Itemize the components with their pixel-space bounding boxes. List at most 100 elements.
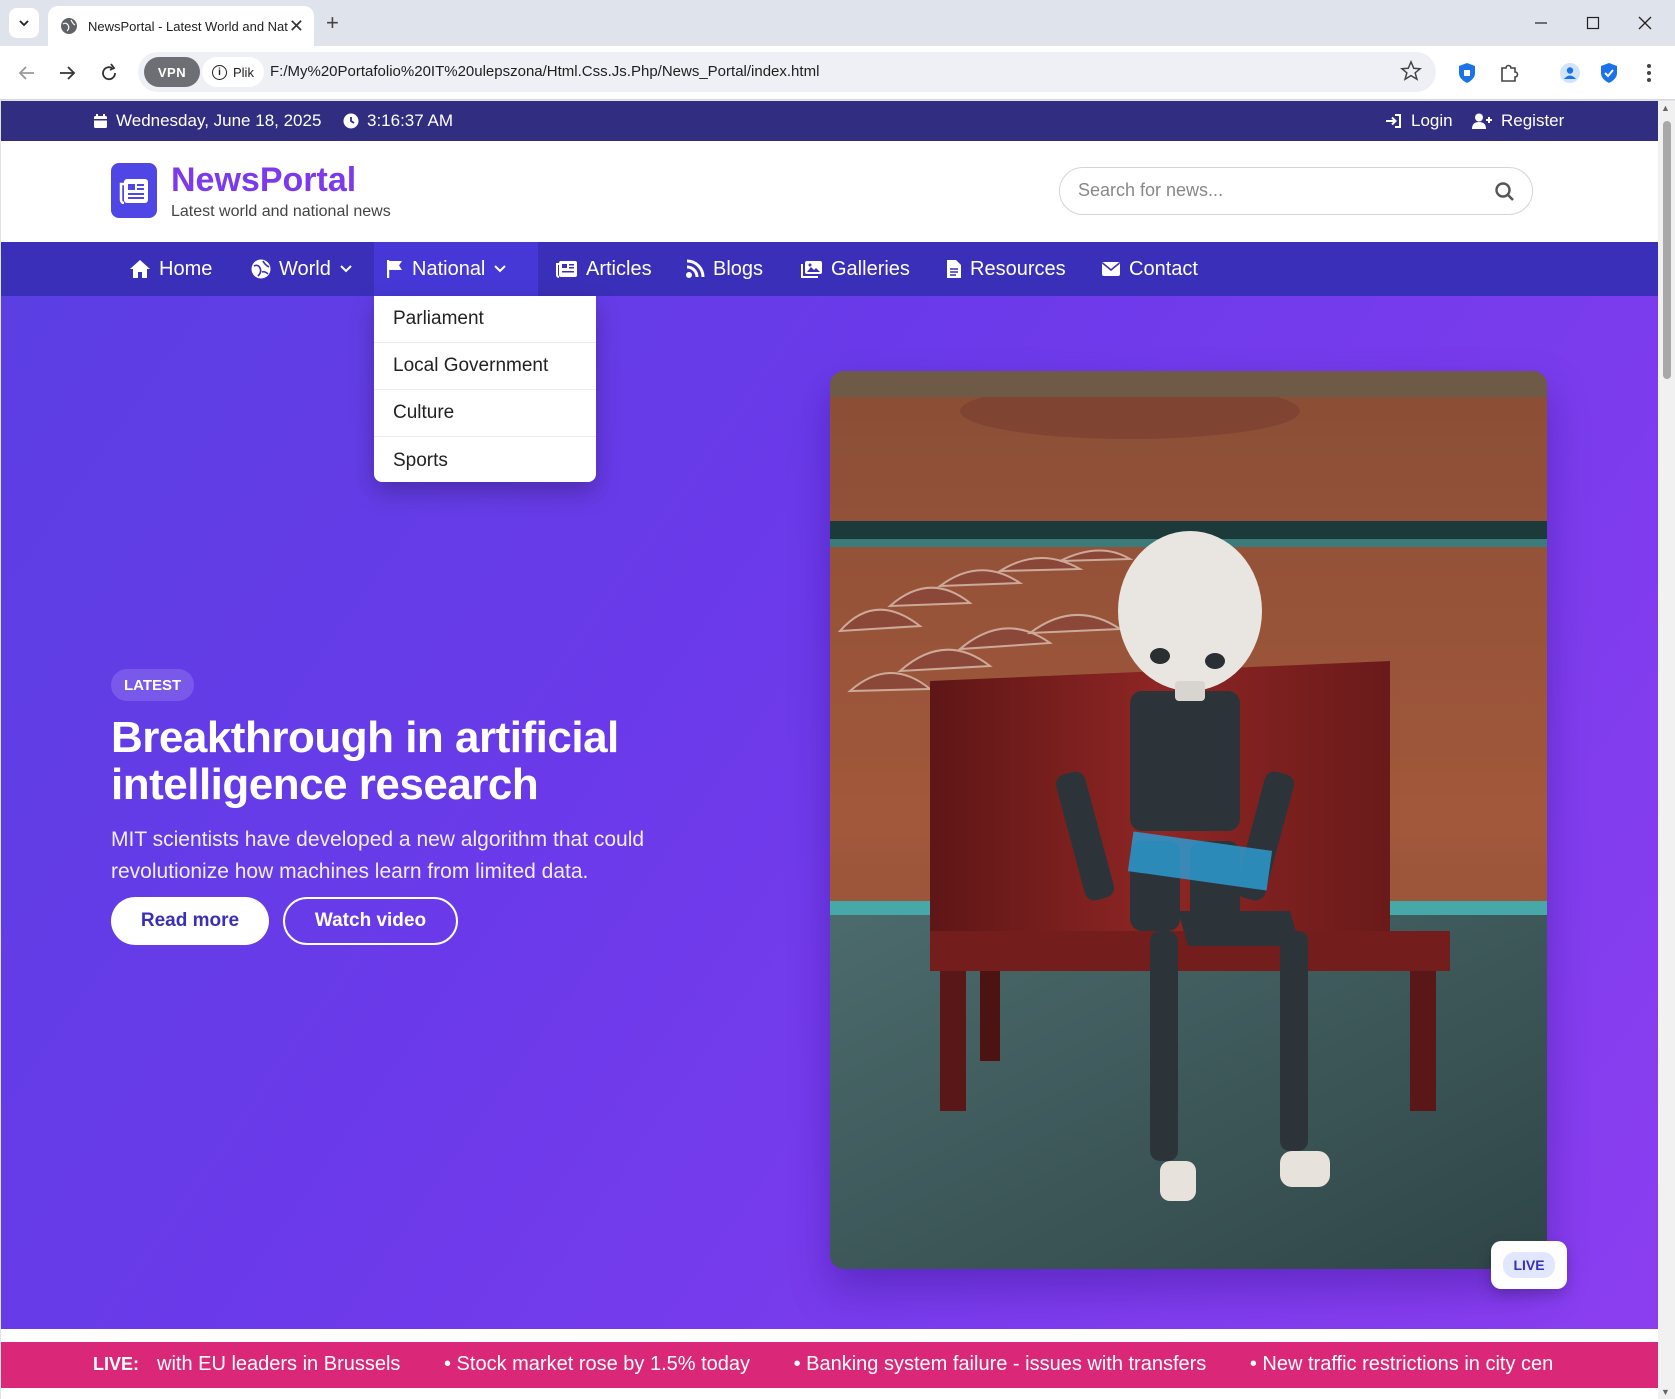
page-scrollbar[interactable]: ▲ ▼ xyxy=(1658,101,1675,1399)
latest-badge: LATEST xyxy=(111,669,195,701)
url-text[interactable]: F:/My%20Portafolio%20IT%20ulepszona/Html… xyxy=(270,63,819,80)
chevron-down-icon xyxy=(19,20,29,27)
dropdown-item-culture[interactable]: Culture xyxy=(374,390,596,437)
hero-image[interactable] xyxy=(830,371,1547,1269)
hero-headline[interactable]: Breakthrough in artificial intelligence … xyxy=(111,714,731,808)
close-window-button[interactable] xyxy=(1622,8,1668,38)
dropdown-item-local-government[interactable]: Local Government xyxy=(374,343,596,390)
close-tab-icon[interactable]: ✕ xyxy=(289,17,304,35)
scrollbar-thumb[interactable] xyxy=(1663,121,1671,379)
nav-resources[interactable]: Resources xyxy=(934,242,1078,296)
newspaper-icon xyxy=(119,178,148,204)
dropdown-item-sports[interactable]: Sports xyxy=(374,437,596,484)
sign-in-icon xyxy=(1386,114,1401,128)
bookmark-star-icon[interactable] xyxy=(1399,59,1423,87)
browser-toolbar: VPN i Plik F:/My%20Portafolio%20IT%20ule… xyxy=(0,46,1675,100)
browser-menu-icon[interactable] xyxy=(1634,58,1664,88)
national-dropdown-menu: Parliament Local Government Culture Spor… xyxy=(374,296,596,482)
ticker-item[interactable]: • New traffic restrictions in city cen xyxy=(1250,1353,1553,1375)
current-date: Wednesday, June 18, 2025 xyxy=(93,111,321,131)
blog-icon xyxy=(686,259,705,278)
nav-articles-label: Articles xyxy=(586,257,652,280)
profile-avatar-icon[interactable] xyxy=(1555,58,1585,88)
browser-tabstrip: NewsPortal - Latest World and Nat ✕ + xyxy=(0,0,1675,46)
search-icon[interactable] xyxy=(1494,181,1516,203)
nav-contact-label: Contact xyxy=(1129,257,1198,280)
nav-blogs[interactable]: Blogs xyxy=(673,242,775,296)
hero-section: LATEST Breakthrough in artificial intell… xyxy=(1,296,1658,1329)
live-indicator: LIVE xyxy=(1491,1241,1567,1289)
calendar-icon xyxy=(94,114,107,128)
new-tab-button[interactable]: + xyxy=(326,10,339,36)
nav-home[interactable]: Home xyxy=(117,242,224,296)
clock-icon xyxy=(343,113,359,129)
hero-summary: MIT scientists have developed a new algo… xyxy=(111,828,645,883)
back-button[interactable] xyxy=(12,58,42,88)
flag-icon xyxy=(387,260,402,278)
browser-tab-active[interactable]: NewsPortal - Latest World and Nat ✕ xyxy=(48,6,314,46)
maximize-button[interactable] xyxy=(1570,8,1616,38)
brand-name[interactable]: NewsPortal xyxy=(171,161,356,200)
ticker-item[interactable]: • Banking system failure - issues with t… xyxy=(794,1353,1207,1375)
main-navigation: Home World National Articles Blogs Galle… xyxy=(1,242,1658,296)
top-info-bar: Wednesday, June 18, 2025 3:16:37 AM Logi… xyxy=(1,101,1658,141)
reload-icon xyxy=(102,63,116,81)
nav-world[interactable]: World xyxy=(239,242,365,296)
live-label: LIVE xyxy=(1503,1252,1555,1278)
brand-tagline: Latest world and national news xyxy=(171,203,391,220)
nav-blogs-label: Blogs xyxy=(713,257,764,280)
nav-world-label: World xyxy=(279,257,331,280)
register-link[interactable]: Register xyxy=(1472,111,1564,131)
globe-icon xyxy=(251,259,271,279)
images-icon xyxy=(801,261,822,278)
read-more-button[interactable]: Read more xyxy=(111,897,269,945)
security-check-icon[interactable] xyxy=(1594,58,1624,88)
user-plus-icon xyxy=(1472,113,1492,129)
reload-button[interactable] xyxy=(94,58,124,88)
close-icon xyxy=(1638,16,1652,30)
file-icon xyxy=(947,260,961,278)
current-time: 3:16:37 AM xyxy=(343,111,453,131)
maximize-icon xyxy=(1586,16,1600,30)
envelope-icon xyxy=(1101,262,1121,276)
search-box xyxy=(1059,167,1533,215)
time-text: 3:16:37 AM xyxy=(367,111,454,130)
nav-national-label: National xyxy=(412,257,486,280)
vpn-badge[interactable]: VPN xyxy=(144,57,200,87)
login-label: Login xyxy=(1411,111,1453,130)
dropdown-item-parliament[interactable]: Parliament xyxy=(374,296,596,343)
scroll-down-arrow-icon[interactable]: ▼ xyxy=(1661,1387,1670,1397)
puzzle-extensions-icon[interactable] xyxy=(1494,58,1524,88)
tab-search-button[interactable] xyxy=(9,8,39,38)
forward-button[interactable] xyxy=(52,58,82,88)
logo[interactable] xyxy=(111,163,157,218)
nav-home-label: Home xyxy=(159,257,213,280)
ticker-label: LIVE: xyxy=(93,1354,140,1374)
tab-title: NewsPortal - Latest World and Nat xyxy=(88,18,288,34)
site-info-button[interactable]: i Plik xyxy=(202,57,264,87)
arrow-left-icon xyxy=(18,66,34,80)
chevron-down-icon xyxy=(494,265,507,273)
newspaper-icon xyxy=(556,261,577,278)
scroll-up-arrow-icon[interactable]: ▲ xyxy=(1661,103,1670,113)
ticker-item[interactable]: • Stock market rose by 1.5% today xyxy=(444,1353,750,1375)
date-text: Wednesday, June 18, 2025 xyxy=(116,111,322,130)
nav-national[interactable]: National xyxy=(374,242,538,296)
search-input[interactable] xyxy=(1078,180,1478,201)
shield-extension-icon[interactable] xyxy=(1452,58,1482,88)
globe-icon xyxy=(61,18,77,34)
login-link[interactable]: Login xyxy=(1385,111,1453,131)
nav-galleries[interactable]: Galleries xyxy=(789,242,922,296)
chevron-down-icon xyxy=(340,265,352,273)
minimize-icon xyxy=(1535,22,1547,24)
nav-articles[interactable]: Articles xyxy=(544,242,664,296)
nav-contact[interactable]: Contact xyxy=(1089,242,1210,296)
ticker-item[interactable]: with EU leaders in Brussels xyxy=(157,1353,400,1375)
info-icon: i xyxy=(212,64,227,80)
nav-galleries-label: Galleries xyxy=(831,257,910,280)
nav-resources-label: Resources xyxy=(970,257,1066,280)
watch-video-button[interactable]: Watch video xyxy=(283,897,458,945)
address-bar[interactable]: VPN i Plik F:/My%20Portafolio%20IT%20ule… xyxy=(138,52,1436,92)
minimize-button[interactable] xyxy=(1518,8,1564,38)
robot-on-bench-image xyxy=(830,371,1547,1269)
